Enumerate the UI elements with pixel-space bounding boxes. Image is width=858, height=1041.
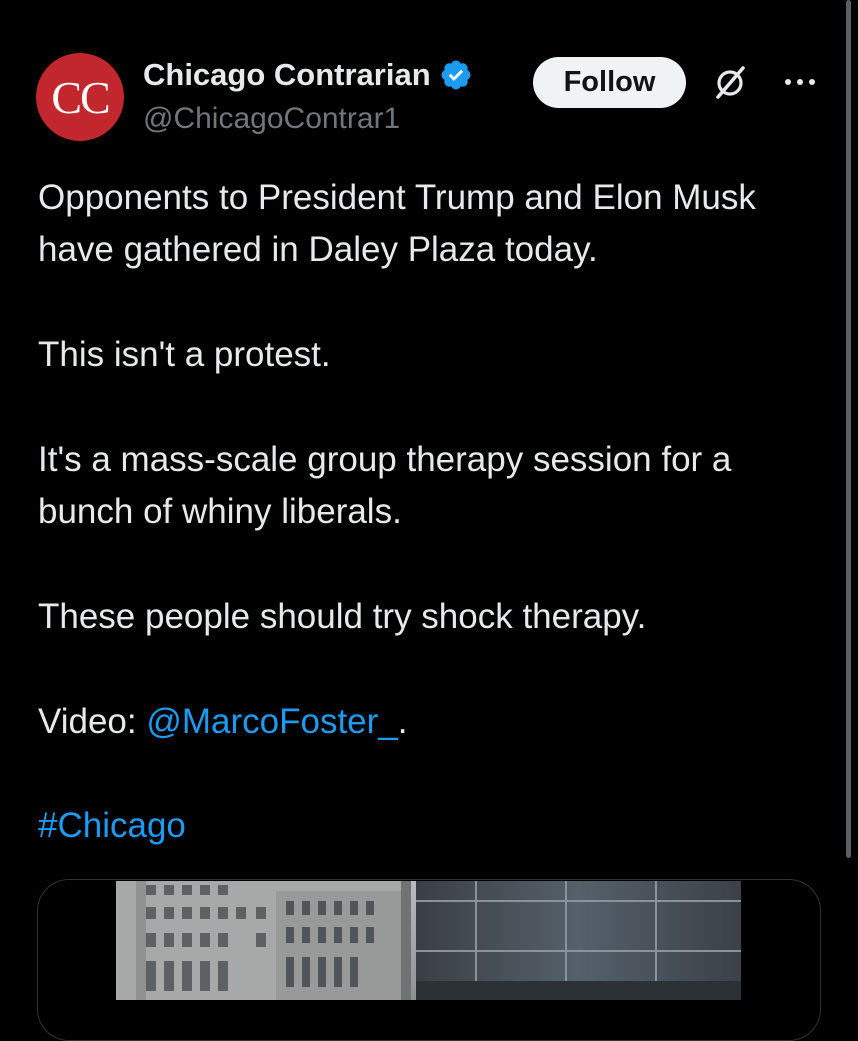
- post-text-paragraph-2: This isn't a protest.: [38, 335, 331, 374]
- video-thumbnail[interactable]: [116, 881, 741, 1000]
- video-credit-suffix: .: [397, 702, 408, 741]
- post-text-paragraph-4: These people should try shock therapy.: [38, 597, 647, 636]
- hashtag-link[interactable]: #Chicago: [38, 806, 186, 845]
- avatar-initials: CC: [51, 72, 110, 123]
- video-credit-prefix: Video:: [38, 702, 147, 741]
- more-horizontal-icon[interactable]: [778, 64, 822, 100]
- tweet: CC Chicago Contrarian @ChicagoContrar1 F…: [0, 0, 858, 1041]
- post-hashtags: #Chicago: [38, 800, 828, 852]
- verified-badge-icon: [441, 60, 471, 90]
- author-handle[interactable]: @ChicagoContrar1: [143, 101, 400, 137]
- follow-button[interactable]: Follow: [533, 57, 686, 108]
- post-video-credit: Video: @MarcoFoster_.: [38, 696, 828, 748]
- post-text-paragraph-3: It's a mass-scale group therapy session …: [38, 440, 732, 531]
- avatar[interactable]: CC: [36, 53, 124, 141]
- scrollbar[interactable]: [846, 0, 851, 858]
- author-name-row: Chicago Contrarian: [143, 57, 473, 93]
- post-text-paragraph-1: Opponents to President Trump and Elon Mu…: [38, 178, 756, 269]
- author-display-name[interactable]: Chicago Contrarian: [143, 57, 431, 93]
- grok-icon[interactable]: [710, 62, 750, 102]
- mention-link[interactable]: @MarcoFoster_: [146, 702, 397, 741]
